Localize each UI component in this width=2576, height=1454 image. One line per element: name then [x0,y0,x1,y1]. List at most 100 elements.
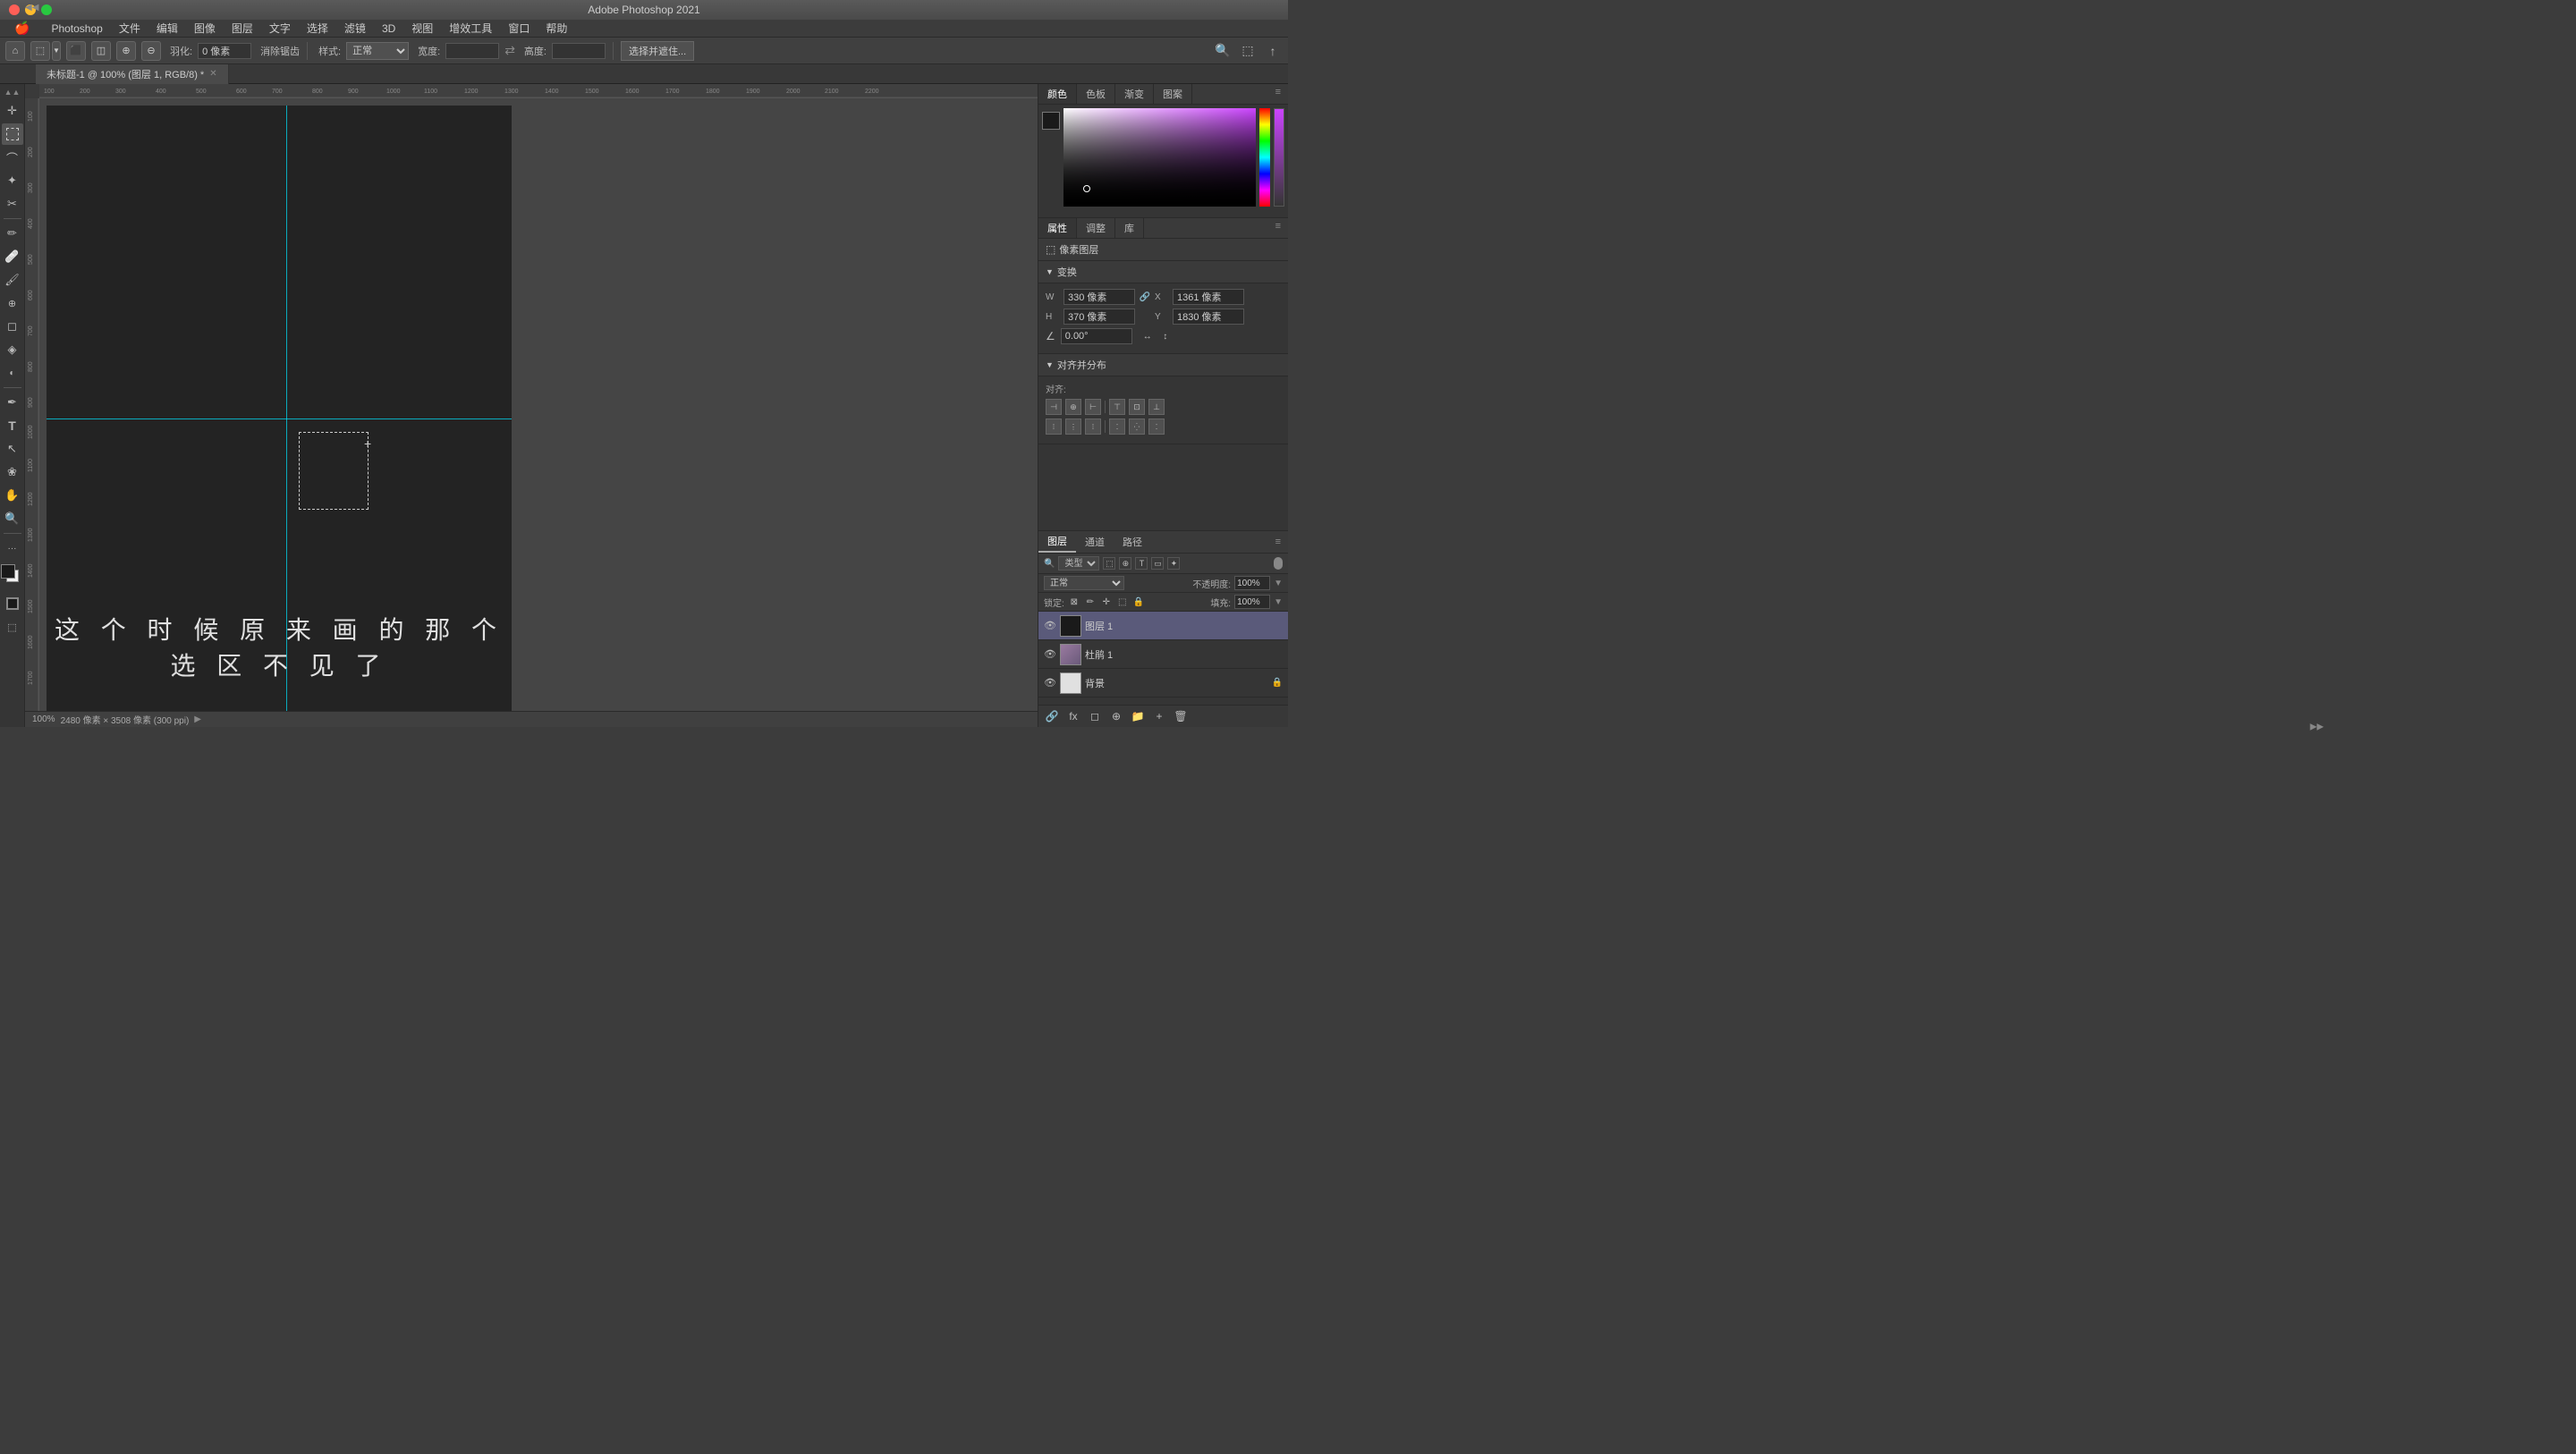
tab-adjustments[interactable]: 调整 [1077,218,1115,238]
layer-style-btn[interactable]: fx [1065,708,1081,724]
align-bottom-btn[interactable]: ⊥ [1148,399,1165,415]
align-right-btn[interactable]: ⊢ [1085,399,1101,415]
pen-tool[interactable]: ✒ [2,392,23,413]
tab-properties[interactable]: 属性 [1038,218,1077,238]
menu-help[interactable]: 帮助 [538,19,574,38]
layers-panel-menu[interactable]: ≡ [1268,534,1288,550]
tab-layers[interactable]: 图层 [1038,531,1076,553]
color-saturation-field[interactable] [1063,108,1256,207]
fill-input[interactable] [1234,595,1270,609]
menu-image[interactable]: 图像 [187,19,223,38]
angle-input[interactable] [1061,328,1132,344]
lasso-tool[interactable]: ⌒ [2,147,23,168]
search-button[interactable]: 🔍 [1213,41,1233,61]
opacity-input[interactable] [1234,576,1270,590]
canvas-container[interactable]: + 这 个 时 候 原 来 画 的 那 个 选 区 不 见 了 [39,98,1038,711]
height-input[interactable] [552,43,606,59]
w-input[interactable] [1063,289,1135,305]
lock-checkerboard-btn[interactable]: ⊠ [1068,596,1080,608]
color-panel-menu[interactable]: ≡ [1268,84,1288,104]
lock-artboard-btn[interactable]: ⬚ [1116,596,1129,608]
link-w-h-btn[interactable]: 🔗 [1139,291,1151,303]
new-fill-btn[interactable]: ⊕ [1108,708,1124,724]
layer-0-visibility[interactable]: 👁 [1044,620,1056,632]
color-hue-slider[interactable] [1259,108,1270,207]
tool-option-4[interactable]: ⊖ [141,41,161,61]
eraser-tool[interactable]: ◻ [2,316,23,337]
screen-mode-btn[interactable]: ⬚ [2,616,23,638]
collapse-panels-btn[interactable]: ◀◀ [25,3,38,13]
stamp-tool[interactable]: ⊕ [2,292,23,314]
delete-layer-btn[interactable]: 🗑 [1173,708,1189,724]
right-panel-collapse-btn[interactable]: ▶▶ [2310,723,2324,732]
menu-photoshop[interactable]: Photoshop [44,21,109,37]
tab-paths[interactable]: 路径 [1114,532,1151,552]
foreground-color[interactable] [1,564,15,579]
menu-window[interactable]: 窗口 [501,19,537,38]
canvas-area[interactable]: 100 200 300 400 500 600 700 800 900 1000… [25,84,1038,727]
align-section-header[interactable]: ▼ 对齐并分布 [1038,354,1288,376]
marquee-options-dropdown[interactable]: ▼ [52,41,61,61]
text-tool[interactable]: T [2,415,23,436]
arrange-button[interactable]: ⬚ [1238,41,1258,61]
layer-item-1[interactable]: 👁 杜鹃 1 [1038,640,1288,669]
share-button[interactable]: ↑ [1263,41,1283,61]
gradient-tool[interactable]: ◈ [2,339,23,360]
apple-menu[interactable]: 🍎 [7,19,37,38]
color-picker-area[interactable] [1038,105,1288,221]
tab-close-btn[interactable]: ✕ [209,69,216,79]
shape-tool[interactable]: ❀ [2,461,23,483]
flip-v-btn[interactable]: ↕ [1157,328,1174,344]
dist-left-btn[interactable]: ⁞ [1046,418,1062,435]
h-input[interactable] [1063,309,1135,325]
menu-text[interactable]: 文字 [262,19,298,38]
tab-swatches[interactable]: 色板 [1077,84,1115,104]
menu-plugins[interactable]: 增效工具 [442,19,499,38]
filter-adjustment-btn[interactable]: ⊕ [1119,557,1131,570]
menu-view[interactable]: 视图 [404,19,440,38]
menu-edit[interactable]: 编辑 [149,19,185,38]
marquee-rect-tool[interactable]: ⬚ [30,41,50,61]
home-button[interactable]: ⌂ [5,41,25,61]
crop-tool[interactable]: ✂ [2,193,23,215]
lock-draw-btn[interactable]: ✏ [1084,596,1097,608]
status-arrow[interactable]: ▶ [194,714,201,724]
layer-item-0[interactable]: 👁 图层 1 [1038,612,1288,640]
layer-1-visibility[interactable]: 👁 [1044,648,1056,661]
wand-tool[interactable]: ✦ [2,170,23,191]
path-select-tool[interactable]: ↖ [2,438,23,460]
flip-h-btn[interactable]: ↔ [1140,328,1156,344]
document-tab[interactable]: 未标题-1 @ 100% (图层 1, RGB/8) * ✕ [36,64,229,84]
select-mask-button[interactable]: 选择并遮住... [621,41,694,61]
swap-dimensions-btn[interactable]: ⇄ [504,43,515,58]
align-center-btn[interactable]: ⊕ [1065,399,1081,415]
more-tools-btn[interactable]: ··· [2,537,23,559]
color-area[interactable] [1,564,24,588]
menu-layer[interactable]: 图层 [225,19,260,38]
dist-middle-v-btn[interactable]: ⁛ [1129,418,1145,435]
feather-input[interactable] [198,43,251,59]
add-mask-btn[interactable]: ◻ [1087,708,1103,724]
tab-color[interactable]: 颜色 [1038,84,1077,104]
hand-tool[interactable]: ✋ [2,485,23,506]
layers-filter-select[interactable]: 类型 [1058,556,1099,571]
blend-mode-select[interactable]: 正常 溶解 正片叠底 [1044,576,1124,590]
link-layers-btn[interactable]: 🔗 [1044,708,1060,724]
foreground-color-swatch[interactable] [1042,112,1060,130]
filter-toggle[interactable] [1274,557,1283,570]
eyedropper-tool[interactable]: ✏ [2,223,23,244]
menu-filter[interactable]: 滤镜 [337,19,373,38]
color-picker-handle[interactable] [1083,185,1090,192]
filter-shape-btn[interactable]: ▭ [1151,557,1164,570]
width-input[interactable] [445,43,499,59]
filter-pixel-btn[interactable]: ⬚ [1103,557,1115,570]
filter-effect-btn[interactable]: ✦ [1167,557,1180,570]
style-select[interactable]: 正常 固定比例 固定大小 [346,42,409,60]
filter-text-btn[interactable]: T [1135,557,1148,570]
toolbar-collapse-btn[interactable]: ▲▲ [4,88,21,97]
dist-center-h-btn[interactable]: ⋮ [1065,418,1081,435]
tab-libraries[interactable]: 库 [1115,218,1144,238]
tab-channels[interactable]: 通道 [1076,532,1114,552]
props-panel-menu[interactable]: ≡ [1268,218,1288,238]
tab-gradient[interactable]: 渐变 [1115,84,1154,104]
